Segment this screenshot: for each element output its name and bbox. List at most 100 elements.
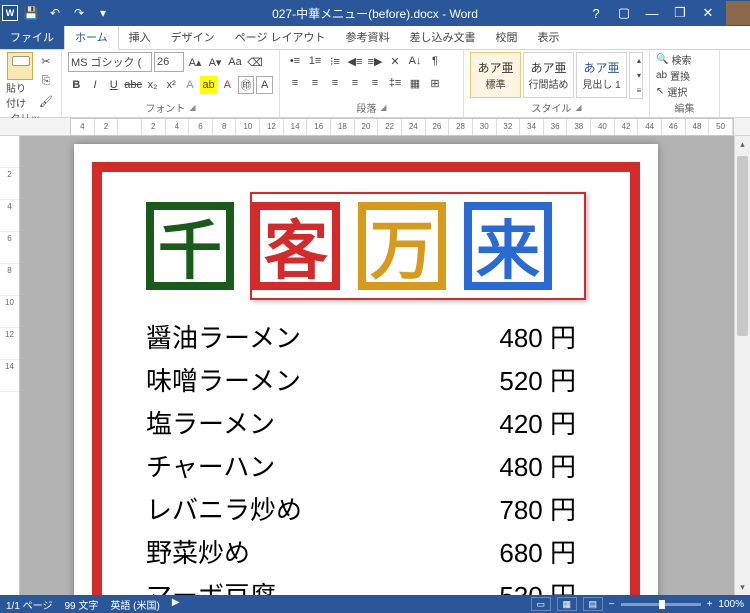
scroll-thumb[interactable] xyxy=(737,156,748,336)
subscript-button[interactable]: x₂ xyxy=(144,76,161,94)
clear-format-button[interactable]: ⌫ xyxy=(246,53,264,71)
web-layout-button[interactable]: ▤ xyxy=(583,597,603,611)
line-spacing-button[interactable]: ‡≡ xyxy=(386,74,404,92)
style-heading1[interactable]: あア亜 見出し 1 xyxy=(576,52,627,98)
scroll-up-button[interactable]: ▴ xyxy=(735,136,750,152)
read-mode-button[interactable]: ▭ xyxy=(531,597,551,611)
tab-file[interactable]: ファイル xyxy=(0,25,64,49)
paste-label: 貼り付け xyxy=(6,80,33,110)
select-button[interactable]: ↖選択 xyxy=(656,84,713,99)
shading-button[interactable]: ▦ xyxy=(406,74,424,92)
menu-row[interactable]: 塩ラーメン420 円 xyxy=(146,404,576,441)
asian-layout-button[interactable]: ✕ xyxy=(386,52,404,70)
font-color-button[interactable]: A xyxy=(219,76,236,94)
qat-save-button[interactable]: 💾 xyxy=(20,3,42,23)
tab-home[interactable]: ホーム xyxy=(64,24,119,50)
menu-row[interactable]: マーボ豆腐530 円 xyxy=(146,576,576,595)
styles-scroll-up[interactable]: ▴ xyxy=(630,53,648,68)
qat-redo-button[interactable]: ↷ xyxy=(68,3,90,23)
justify-button[interactable]: ≡ xyxy=(346,74,364,92)
font-dialog-launcher[interactable]: ◢ xyxy=(189,103,195,112)
vertical-ruler[interactable]: 2468101214 xyxy=(0,136,20,595)
language-status[interactable]: 英語 (米国) xyxy=(110,597,159,612)
zoom-out-button[interactable]: − xyxy=(609,599,615,610)
ribbon-options-button[interactable]: ▢ xyxy=(610,3,638,23)
borders-button[interactable]: ⊞ xyxy=(426,74,444,92)
horizontal-ruler[interactable]: 4224681012141618202224262830323436384042… xyxy=(0,118,750,136)
page-count[interactable]: 1/1 ページ xyxy=(6,597,52,612)
menu-row[interactable]: 味噌ラーメン520 円 xyxy=(146,361,576,398)
multilevel-button[interactable]: ⁝≡ xyxy=(326,52,344,70)
menu-row[interactable]: 醤油ラーメン480 円 xyxy=(146,318,576,355)
styles-scroll-down[interactable]: ▾ xyxy=(630,68,648,83)
numbering-button[interactable]: 1≡ xyxy=(306,52,324,70)
menu-row[interactable]: チャーハン480 円 xyxy=(146,447,576,484)
zoom-slider[interactable] xyxy=(621,603,701,606)
paste-button[interactable]: 貼り付け xyxy=(6,52,33,110)
styles-dialog-launcher[interactable]: ◢ xyxy=(575,103,581,112)
change-case-button[interactable]: Aa xyxy=(226,53,244,71)
styles-more-button[interactable]: ≡ xyxy=(630,83,648,98)
show-marks-button[interactable]: ¶ xyxy=(426,52,444,70)
tab-mailings[interactable]: 差し込み文書 xyxy=(400,25,486,49)
copy-button[interactable]: ⎘ xyxy=(37,72,55,90)
print-layout-button[interactable]: ▦ xyxy=(557,597,577,611)
align-right-button[interactable]: ≡ xyxy=(326,74,344,92)
cut-button[interactable]: ✂ xyxy=(37,52,55,70)
selection-box[interactable] xyxy=(250,192,586,300)
text-effects-button[interactable]: A xyxy=(182,76,199,94)
tab-view[interactable]: 表示 xyxy=(528,25,570,49)
tab-design[interactable]: デザイン xyxy=(161,25,225,49)
menu-item-name: 味噌ラーメン xyxy=(146,361,301,398)
grow-font-button[interactable]: A▴ xyxy=(186,53,204,71)
macro-icon[interactable]: ▶ xyxy=(172,597,180,612)
increase-indent-button[interactable]: ≡▶ xyxy=(366,52,384,70)
close-button[interactable]: ✕ xyxy=(694,3,722,23)
zoom-level[interactable]: 100% xyxy=(718,599,744,610)
tab-page-layout[interactable]: ページ レイアウト xyxy=(225,25,336,49)
minimize-button[interactable]: — xyxy=(638,3,666,23)
clipboard-icon xyxy=(7,52,33,80)
bold-button[interactable]: B xyxy=(68,76,85,94)
strikethrough-button[interactable]: abc xyxy=(124,76,142,94)
qat-undo-button[interactable]: ↶ xyxy=(44,3,66,23)
decrease-indent-button[interactable]: ◀≡ xyxy=(346,52,364,70)
paragraph-dialog-launcher[interactable]: ◢ xyxy=(380,103,386,112)
sort-button[interactable]: A↓ xyxy=(406,52,424,70)
help-button[interactable]: ? xyxy=(582,3,610,23)
qat-customize-button[interactable]: ▾ xyxy=(92,3,114,23)
word-count[interactable]: 99 文字 xyxy=(64,597,98,612)
menu-row[interactable]: 野菜炒め680 円 xyxy=(146,533,576,570)
replace-button[interactable]: ab置換 xyxy=(656,68,713,83)
enclose-char-button[interactable]: ㊞ xyxy=(238,76,255,94)
font-size-select[interactable]: 26 xyxy=(154,52,184,72)
char-border-button[interactable]: A xyxy=(256,76,273,94)
italic-button[interactable]: I xyxy=(87,76,104,94)
distributed-button[interactable]: ≡ xyxy=(366,74,384,92)
align-left-button[interactable]: ≡ xyxy=(286,74,304,92)
menu-row[interactable]: レバニラ炒め780 円 xyxy=(146,490,576,527)
bullets-button[interactable]: •≡ xyxy=(286,52,304,70)
underline-button[interactable]: U xyxy=(105,76,122,94)
scroll-down-button[interactable]: ▾ xyxy=(735,579,750,595)
document-area[interactable]: 2468101214 千 客 万 来 醤油ラーメン480 円味噌ラーメン520 … xyxy=(0,136,734,595)
style-no-spacing[interactable]: あア亜 行間詰め xyxy=(523,52,574,98)
menu-list[interactable]: 醤油ラーメン480 円味噌ラーメン520 円塩ラーメン420 円チャーハン480… xyxy=(146,318,620,595)
find-button[interactable]: 🔍検索 xyxy=(656,52,713,67)
tab-references[interactable]: 参考資料 xyxy=(336,25,400,49)
format-painter-button[interactable]: 🖌 xyxy=(37,92,55,110)
tab-review[interactable]: 校閲 xyxy=(486,25,528,49)
style-normal[interactable]: あア亜 標準 xyxy=(470,52,521,98)
page[interactable]: 千 客 万 来 醤油ラーメン480 円味噌ラーメン520 円塩ラーメン420 円… xyxy=(74,144,658,595)
highlight-button[interactable]: ab xyxy=(200,76,217,94)
superscript-button[interactable]: x² xyxy=(163,76,180,94)
shrink-font-button[interactable]: A▾ xyxy=(206,53,224,71)
title-char-1[interactable]: 千 xyxy=(146,202,234,290)
tab-insert[interactable]: 挿入 xyxy=(119,25,161,49)
vertical-scrollbar[interactable]: ▴ ▾ xyxy=(734,136,750,595)
zoom-in-button[interactable]: + xyxy=(707,599,713,610)
restore-button[interactable]: ❐ xyxy=(666,3,694,23)
font-name-select[interactable]: MS ゴシック ( xyxy=(68,52,152,72)
user-avatar[interactable] xyxy=(726,1,750,25)
align-center-button[interactable]: ≡ xyxy=(306,74,324,92)
